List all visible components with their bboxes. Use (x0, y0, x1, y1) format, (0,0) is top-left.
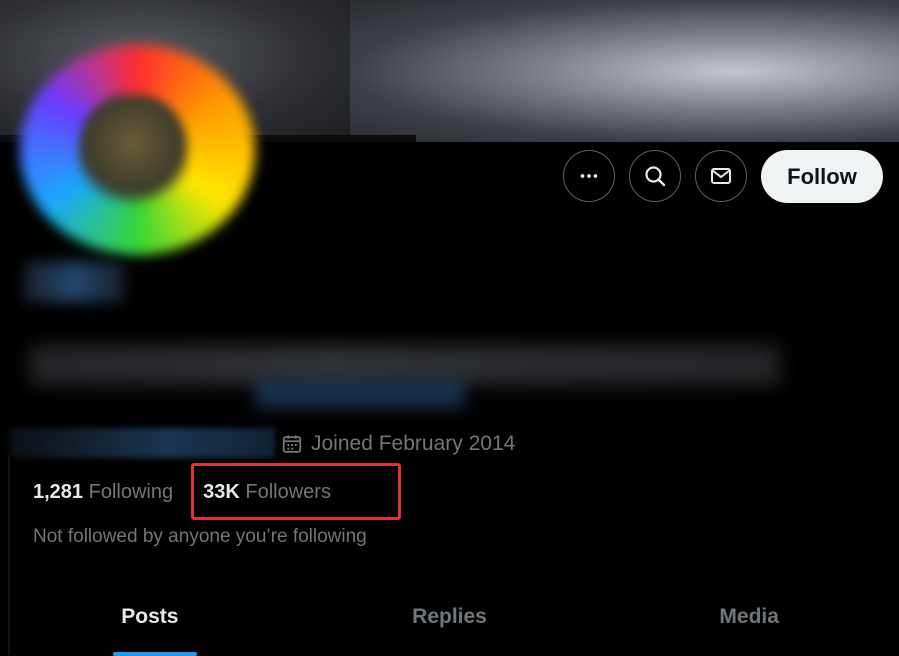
search-profile-button[interactable] (629, 150, 681, 202)
tab-replies[interactable]: Replies (300, 595, 600, 655)
followers-link[interactable]: 33K Followers (203, 481, 331, 504)
following-count: 1,281 (33, 481, 84, 503)
joined-date: Joined February 2014 (281, 432, 515, 456)
profile-tabs: Posts Replies Media (0, 595, 899, 655)
banner-right-blur (350, 0, 899, 142)
display-name-blurred (24, 262, 124, 302)
following-link[interactable]: 1,281 Following (33, 481, 173, 504)
more-options-button[interactable] (563, 150, 615, 202)
followers-count: 33K (203, 481, 240, 503)
search-icon (645, 166, 666, 187)
calendar-icon (282, 435, 302, 453)
followers-label: Followers (245, 481, 331, 503)
not-followed-notice: Not followed by anyone you’re following (33, 526, 367, 547)
message-button[interactable] (695, 150, 747, 202)
bio-link-blurred[interactable] (255, 378, 465, 408)
website-link-blurred[interactable] (10, 428, 275, 458)
tab-media[interactable]: Media (599, 595, 899, 655)
envelope-icon (711, 168, 731, 184)
joined-text: Joined February 2014 (311, 432, 516, 455)
following-label: Following (88, 481, 174, 503)
profile-stats: 1,281 Following 33K Followers (33, 481, 331, 504)
tab-posts[interactable]: Posts (0, 595, 300, 655)
more-horizontal-icon (580, 174, 598, 178)
avatar-center-blur (78, 95, 188, 215)
active-tab-indicator (113, 652, 197, 656)
follow-button[interactable]: Follow (761, 150, 883, 203)
